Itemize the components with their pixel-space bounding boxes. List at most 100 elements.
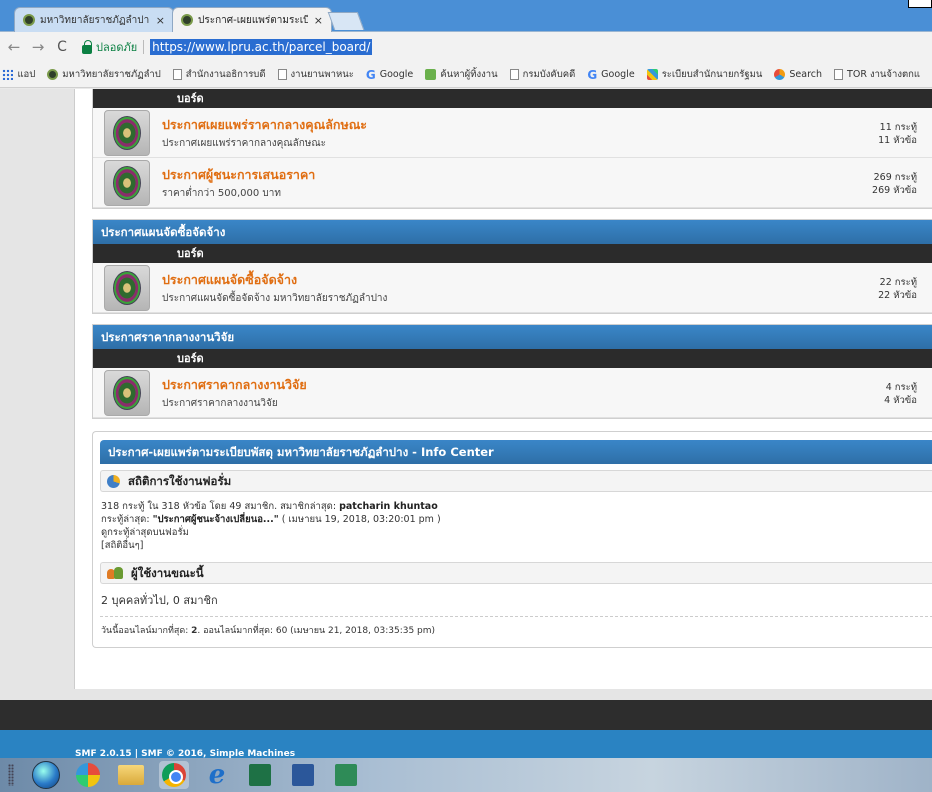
green-icon: [425, 69, 437, 80]
board-icon[interactable]: [104, 159, 150, 206]
page-icon: [834, 69, 844, 80]
board-column-header: บอร์ด: [93, 244, 932, 263]
board-stats: 22 กระทู้ 22 หัวข้อ: [827, 276, 917, 302]
online-record: วันนี้ออนไลน์มากที่สุด: 2. ออนไลน์มากที่…: [101, 626, 436, 636]
tab-title: มหาวิทยาลัยราชภัฏลำปาง La: [40, 14, 150, 26]
google-icon: G: [365, 67, 376, 82]
excel-icon: [249, 764, 271, 786]
photos-icon: [76, 763, 100, 787]
board-title-link[interactable]: ประกาศแผนจัดซื้อจัดจ้าง: [162, 270, 932, 290]
latest-post-link[interactable]: "ประกาศผู้ชนะจ้างเปลี่ยนอ...": [153, 514, 279, 525]
category-block-price: บอร์ด ประกาศเผยแพร่ราคากลางคุณลักษณะ ประ…: [92, 89, 932, 209]
board-icon[interactable]: [104, 109, 150, 156]
divider: [143, 40, 145, 54]
forum-page: บอร์ด ประกาศเผยแพร่ราคากลางคุณลักษณะ ประ…: [74, 89, 932, 689]
info-center-title[interactable]: ประกาศ-เผยแพร่ตามระเบียบพัสดุ มหาวิทยาลั…: [100, 440, 932, 464]
taskbar-excel-2[interactable]: [331, 761, 361, 789]
board-icon[interactable]: [104, 264, 150, 311]
taskbar-photos[interactable]: [73, 761, 103, 789]
bookmark-legal-execution[interactable]: กรมบังคับคดี: [509, 67, 575, 82]
board-icon[interactable]: [104, 369, 150, 416]
taskbar-grip: [8, 764, 14, 786]
apps-icon: [2, 69, 14, 80]
university-seal-icon: [113, 375, 141, 410]
bookmark-google-1[interactable]: G Google: [366, 69, 413, 81]
university-seal-icon: [113, 115, 141, 150]
board-stats: 4 กระทู้ 4 หัวข้อ: [827, 381, 917, 407]
board-title-link[interactable]: ประกาศเผยแพร่ราคากลางคุณลักษณะ: [162, 115, 932, 135]
page-icon: [172, 69, 182, 80]
forum-stats-body: 318 กระทู้ ใน 318 หัวข้อ โดย 49 สมาชิก. …: [100, 492, 932, 556]
category-title[interactable]: ประกาศราคากลางงานวิจัย: [93, 325, 932, 349]
bookmark-apps[interactable]: แอป: [2, 67, 35, 82]
bookmark-search[interactable]: Search: [774, 69, 822, 80]
latest-member-link[interactable]: patcharin khuntao: [339, 501, 438, 512]
new-tab-button[interactable]: [327, 12, 365, 30]
reload-icon[interactable]: C: [52, 39, 72, 55]
bookmark-vehicles[interactable]: งานยานพาหนะ: [277, 67, 354, 82]
forum-stats-header: สถิติการใช้งานฟอรั่ม: [100, 470, 932, 492]
bookmarks-bar: แอป มหาวิทยาลัยราชภัฏลำป สำนักงานอธิการบ…: [0, 62, 932, 88]
bookmark-google-2[interactable]: G Google: [587, 69, 634, 81]
windows-taskbar: e: [0, 758, 932, 792]
board-column-header: บอร์ด: [93, 89, 932, 108]
board-title-link[interactable]: ประกาศผู้ชนะการเสนอราคา: [162, 165, 932, 185]
university-seal-icon: [23, 14, 35, 26]
bookmark-blacklist-search[interactable]: ค้นหาผู้ทิ้งงาน: [425, 67, 498, 82]
university-seal-icon: [113, 165, 141, 200]
taskbar-excel[interactable]: [245, 761, 275, 789]
start-button[interactable]: [32, 761, 60, 789]
users-online-header: ผู้ใช้งานขณะนี้: [100, 562, 932, 584]
url-field[interactable]: https://www.lpru.ac.th/parcel_board/: [150, 39, 373, 55]
browser-tab-2[interactable]: ประกาศ-เผยแพร่ตามระเบียบ ×: [172, 7, 332, 32]
info-center: ประกาศ-เผยแพร่ตามระเบียบพัสดุ มหาวิทยาลั…: [92, 431, 932, 648]
post-count: 269 กระทู้: [873, 172, 917, 183]
topic-count: 269 หัวข้อ: [872, 185, 917, 196]
folder-icon: [118, 765, 144, 785]
lock-icon: [82, 39, 92, 54]
forward-arrow-icon[interactable]: →: [28, 38, 48, 56]
more-stats-link[interactable]: [สถิติอื่นๆ]: [101, 539, 932, 552]
tab-close-icon[interactable]: ×: [314, 14, 323, 27]
google-icon: G: [587, 67, 598, 82]
window-control[interactable]: [908, 0, 932, 8]
bookmark-tor[interactable]: TOR งานจ้างตกแ: [834, 67, 920, 82]
browser-tab-1[interactable]: มหาวิทยาลัยราชภัฏลำปาง La ×: [14, 7, 174, 32]
taskbar-explorer[interactable]: [116, 761, 146, 789]
category-block-procurement-plan: ประกาศแผนจัดซื้อจัดจ้าง บอร์ด ประกาศแผนจ…: [92, 219, 932, 314]
topic-count: 4 หัวข้อ: [884, 395, 917, 406]
university-seal-icon: [113, 270, 141, 305]
taskbar-chrome[interactable]: [159, 761, 189, 789]
board-title-link[interactable]: ประกาศราคากลางงานวิจัย: [162, 375, 932, 395]
university-seal-icon: [181, 14, 193, 26]
users-online-text: 2 บุคคลทั่วไป, 0 สมาชิก: [100, 584, 932, 617]
chrome-icon: [162, 763, 186, 787]
category-title[interactable]: ประกาศแผนจัดซื้อจัดจ้าง: [93, 220, 932, 244]
bookmark-president-office[interactable]: สำนักงานอธิการบดี: [172, 67, 266, 82]
taskbar-word[interactable]: [288, 761, 318, 789]
post-count: 22 กระทู้: [879, 277, 917, 288]
topic-count: 11 หัวข้อ: [878, 135, 917, 146]
board-description: ราคาต่ำกว่า 500,000 บาท: [162, 187, 281, 199]
bookmark-pm-regulations[interactable]: ระเบียบสำนักนายกรัฐมน: [646, 67, 762, 82]
board-row: ประกาศเผยแพร่ราคากลางคุณลักษณะ ประกาศเผย…: [93, 108, 932, 158]
recent-posts-link[interactable]: ดูกระทู้ล่าสุดบนฟอรั่ม: [101, 526, 932, 539]
users-icon: [107, 566, 123, 580]
topic-count: 22 หัวข้อ: [878, 290, 917, 301]
post-count: 11 กระทู้: [879, 122, 917, 133]
page-icon: [509, 69, 519, 80]
board-description: ประกาศแผนจัดซื้อจัดจ้าง มหาวิทยาลัยราชภั…: [162, 292, 388, 304]
internet-explorer-icon: e: [208, 760, 226, 790]
tab-close-icon[interactable]: ×: [156, 14, 165, 27]
page-viewport: บอร์ด ประกาศเผยแพร่ราคากลางคุณลักษณะ ประ…: [0, 89, 932, 727]
board-stats: 11 กระทู้ 11 หัวข้อ: [827, 121, 917, 147]
back-arrow-icon[interactable]: ←: [4, 38, 24, 56]
taskbar-ie[interactable]: e: [202, 760, 232, 790]
board-column-header: บอร์ด: [93, 349, 932, 368]
board-row: ประกาศแผนจัดซื้อจัดจ้าง ประกาศแผนจัดซื้อ…: [93, 263, 932, 313]
multi-icon: [646, 69, 658, 80]
address-bar: ← → C ปลอดภัย https://www.lpru.ac.th/par…: [0, 32, 932, 62]
bookmark-university[interactable]: มหาวิทยาลัยราชภัฏลำป: [47, 67, 161, 82]
page-icon: [277, 69, 287, 80]
category-block-research-price: ประกาศราคากลางงานวิจัย บอร์ด ประกาศราคาก…: [92, 324, 932, 419]
